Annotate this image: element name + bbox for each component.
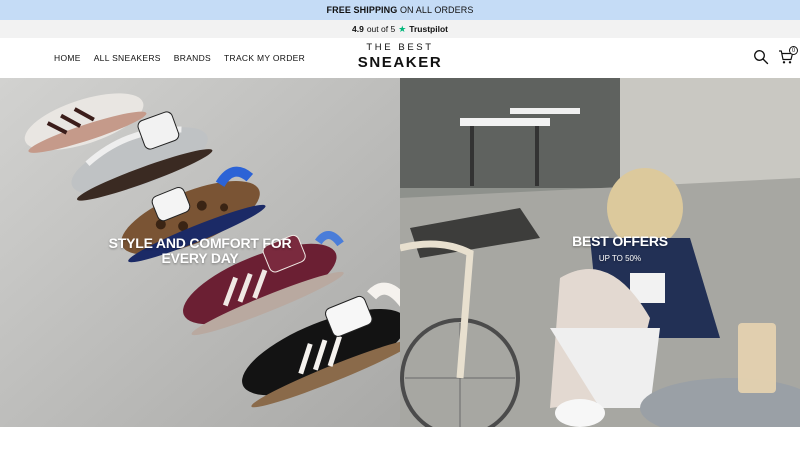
header-icons: 0 [753,46,798,65]
rating-out-of: out of 5 [366,24,396,34]
hero-left-caption: STYLE AND COMFORT FOR EVERY DAY [0,236,400,266]
trustpilot-star-icon: ★ [398,23,407,34]
hero-right-headline[interactable]: BEST OFFERS [400,234,800,249]
hero-right-caption: BEST OFFERS UP TO 50% [400,234,800,263]
logo-line1: THE BEST [366,42,434,53]
trustpilot-label: Trustpilot [409,24,448,34]
hero-right-subheadline: UP TO 50% [598,253,642,263]
page-bottom-space [0,427,800,450]
search-icon[interactable] [753,49,769,65]
promo-bold-text: FREE SHIPPING [326,5,398,15]
site-logo[interactable]: THE BEST SNEAKER [0,43,800,70]
promo-bar: FREE SHIPPING ON ALL ORDERS [0,0,800,20]
rating-score: 4.9 [352,24,364,34]
hero-left-banner[interactable]: STYLE AND COMFORT FOR EVERY DAY [0,78,400,427]
hero-left-headline[interactable]: STYLE AND COMFORT FOR EVERY DAY [90,236,310,266]
hero-right-banner[interactable]: BEST OFFERS UP TO 50% [400,78,800,427]
cart-icon[interactable]: 0 [778,46,798,65]
trustpilot-bar[interactable]: 4.9 out of 5 ★ Trustpilot [0,20,800,38]
logo-line2: SNEAKER [357,53,443,71]
promo-text: ON ALL ORDERS [397,5,474,15]
site-header: HOME ALL SNEAKERS BRANDS TRACK MY ORDER … [0,38,800,78]
cart-count-badge: 0 [789,46,798,55]
